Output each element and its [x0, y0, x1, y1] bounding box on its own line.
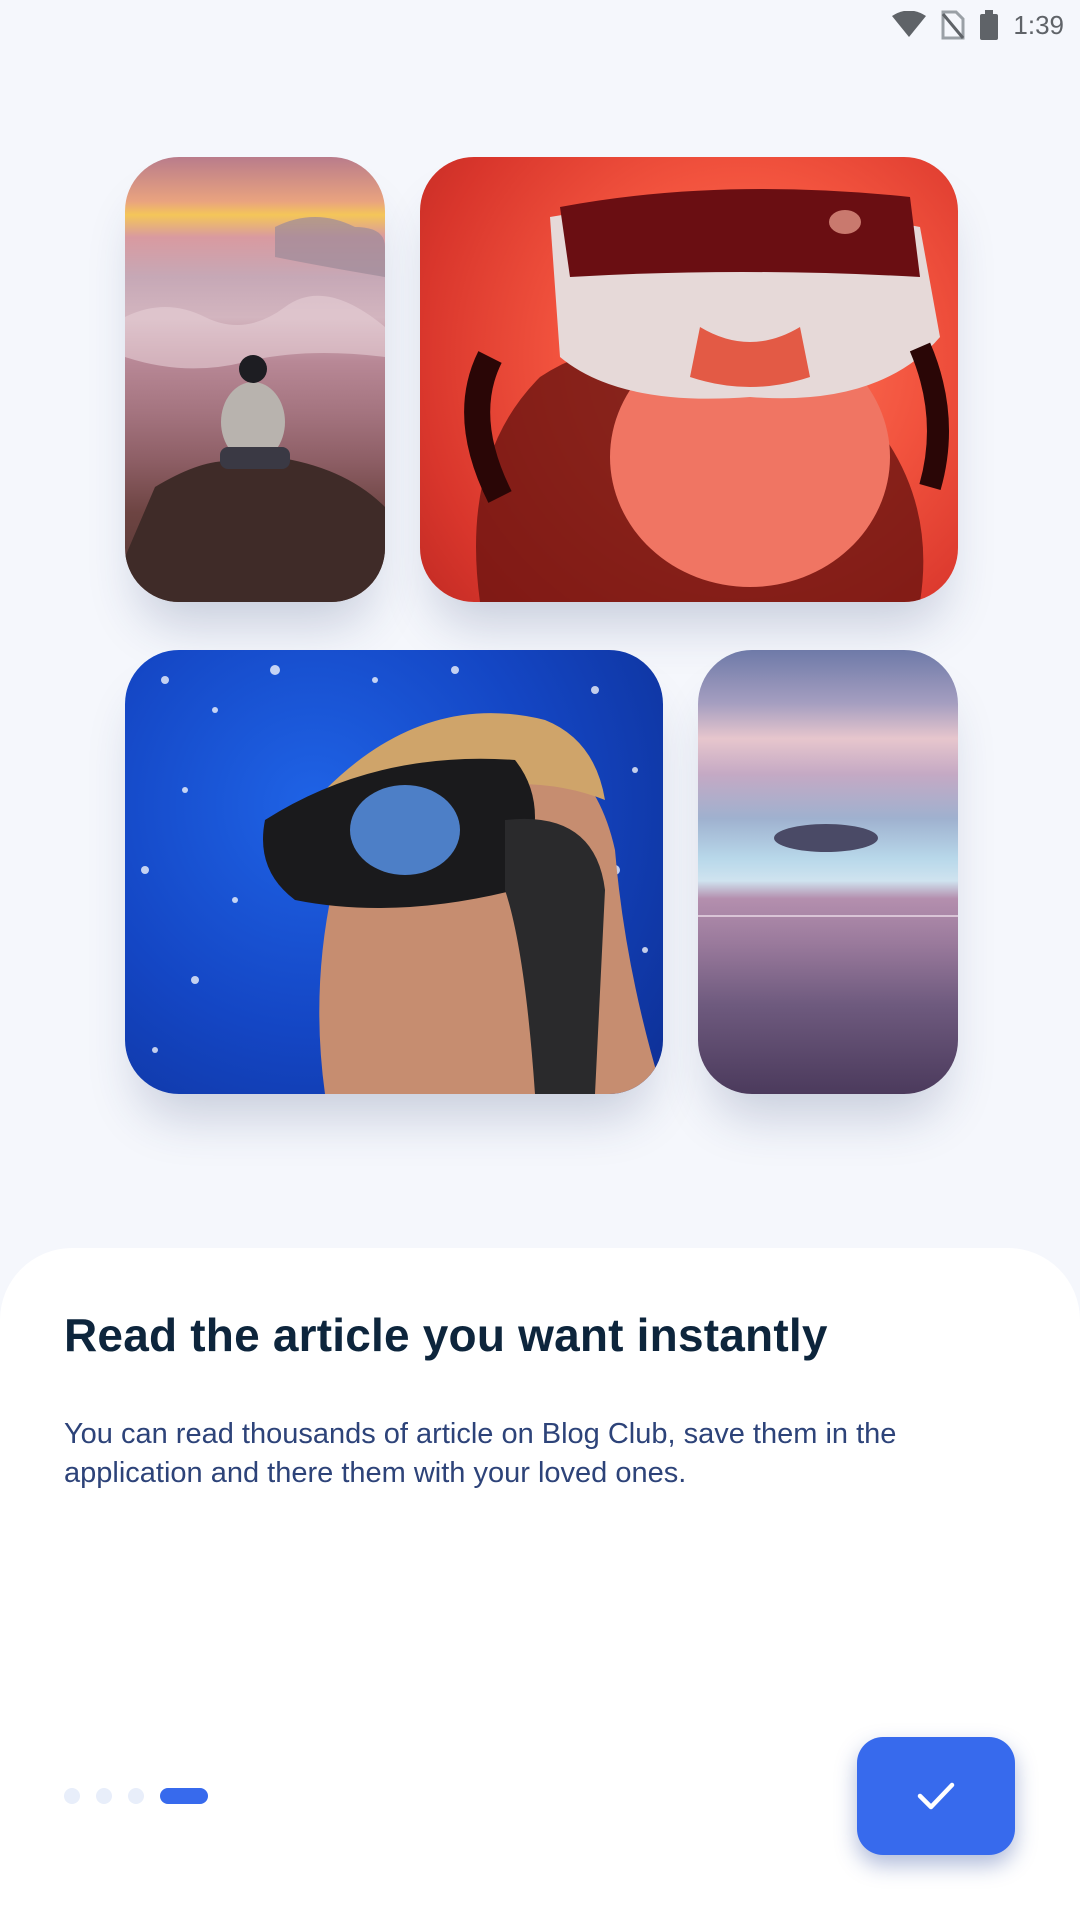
onboarding-description: You can read thousands of article on Blo… — [64, 1418, 897, 1489]
page-dot-1[interactable] — [64, 1788, 80, 1804]
mountain-sunset-photo — [125, 157, 385, 602]
wifi-icon — [892, 11, 927, 37]
battery-icon — [980, 10, 999, 40]
ocean-horizon-photo — [698, 650, 958, 1094]
status-bar: 1:39 — [0, 0, 1080, 50]
vr-headset-photo — [420, 157, 958, 602]
done-button[interactable] — [857, 1737, 1015, 1855]
page-dot-2[interactable] — [96, 1788, 112, 1804]
status-time: 1:39 — [1013, 9, 1064, 40]
page-dot-4-active[interactable] — [160, 1788, 208, 1804]
check-icon — [917, 1782, 955, 1810]
page-indicator — [64, 1788, 208, 1804]
page-dot-3[interactable] — [128, 1788, 144, 1804]
onboarding-title: Read the article you want instantly — [64, 1309, 828, 1361]
scuba-diver-photo — [125, 650, 663, 1094]
no-sim-icon — [941, 10, 965, 40]
